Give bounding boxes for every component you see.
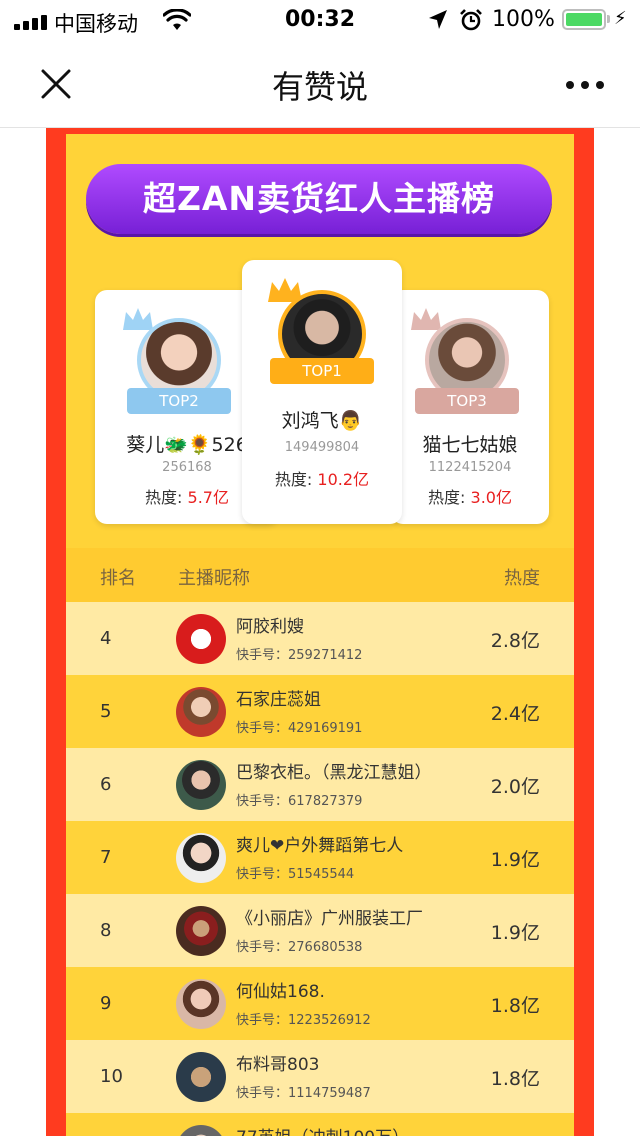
heat-value: 5.7亿 (187, 488, 229, 507)
podium-name: 猫七七姑娘 (422, 434, 518, 456)
table-row[interactable]: 5 石家庄蕊姐 快手号：429169191 2.4亿 (66, 675, 574, 748)
row-rank: 9 (100, 993, 112, 1014)
table-header: 排名 主播昵称 热度 (66, 548, 574, 602)
row-heat: 1.9亿 (490, 922, 540, 944)
row-rank: 7 (100, 847, 112, 868)
row-rank: 6 (100, 774, 112, 795)
rank-badge: TOP2 (127, 388, 231, 414)
location-icon (429, 10, 447, 29)
charging-icon: ⚡ (614, 8, 627, 29)
row-name: 布料哥803 (236, 1055, 320, 1075)
battery-icon (562, 9, 606, 30)
row-name: 阿胶利嫂 (236, 617, 304, 637)
battery-tip (607, 15, 610, 23)
ranking-board: 超ZAN卖货红人主播榜 TOP2 葵儿🐲🌻526 256168 热度: 5.7亿… (66, 134, 574, 1136)
battery-percent: 100% (492, 7, 555, 32)
table-row[interactable]: 4 阿胶利嫂 快手号：259271412 2.8亿 (66, 602, 574, 675)
row-id: 快手号：276680538 (236, 940, 363, 955)
row-id: 快手号：1223526912 (236, 1013, 371, 1028)
avatar (176, 979, 226, 1029)
heat-label: 热度: (145, 488, 183, 507)
podium-id: 149499804 (284, 440, 360, 455)
banner-title: 超ZAN卖货红人主播榜 (142, 179, 496, 218)
alarm-icon (460, 9, 482, 31)
row-id: 快手号：429169191 (236, 721, 363, 736)
rank-badge: TOP1 (270, 358, 374, 384)
avatar (176, 614, 226, 664)
rank-badge: TOP3 (415, 388, 519, 414)
podium-name: 刘鸿飞👨 (281, 410, 363, 432)
row-id: 快手号：617827379 (236, 794, 363, 809)
row-rank: 8 (100, 920, 112, 941)
header-heat: 热度 (504, 568, 540, 589)
table-row[interactable]: 6 巴黎衣柜。（黑龙江慧姐） 快手号：617827379 2.0亿 (66, 748, 574, 821)
avatar (176, 906, 226, 956)
row-rank: 10 (100, 1066, 123, 1087)
row-name: 何仙姑168. (236, 982, 325, 1002)
table-row[interactable]: 8 《小丽店》广州服装工厂 快手号：276680538 1.9亿 (66, 894, 574, 967)
table-row[interactable]: 77英姐（冲刺100万） (66, 1113, 574, 1136)
heat-label: 热度: (428, 488, 466, 507)
row-heat: 2.8亿 (490, 630, 540, 652)
header-name: 主播昵称 (178, 568, 250, 589)
header-rank: 排名 (100, 568, 136, 589)
podium-id: 1122415204 (428, 460, 512, 475)
row-id: 快手号：51545544 (236, 867, 355, 882)
table-row[interactable]: 10 布料哥803 快手号：1114759487 1.8亿 (66, 1040, 574, 1113)
heat-value: 3.0亿 (470, 488, 512, 507)
page-title: 有赞说 (271, 68, 368, 106)
heat-value: 10.2亿 (317, 470, 370, 489)
nav-bar: 有赞说 (0, 40, 640, 128)
row-heat: 2.0亿 (490, 776, 540, 798)
row-rank: 5 (100, 701, 112, 722)
avatar (176, 1052, 226, 1102)
row-heat: 1.8亿 (490, 1068, 540, 1090)
podium-heat: 热度: 10.2亿 (242, 466, 402, 490)
ranking-banner: 超ZAN卖货红人主播榜 (86, 164, 552, 234)
row-name: 巴黎衣柜。（黑龙江慧姐） (236, 763, 432, 783)
table-row[interactable]: 9 何仙姑168. 快手号：1223526912 1.8亿 (66, 967, 574, 1040)
avatar (176, 833, 226, 883)
more-icon[interactable] (560, 70, 610, 98)
row-id: 快手号：1114759487 (236, 1086, 371, 1101)
podium-card-top3[interactable]: TOP3 猫七七姑娘 1122415204 热度: 3.0亿 (391, 290, 549, 524)
row-id: 快手号：259271412 (236, 648, 363, 663)
podium-card-top1[interactable]: TOP1 刘鸿飞👨 149499804 热度: 10.2亿 (242, 260, 402, 524)
row-name: 《小丽店》广州服装工厂 (236, 909, 423, 929)
row-heat: 1.9亿 (490, 849, 540, 871)
status-bar: 中国移动 00:32 100% ⚡ (0, 0, 640, 40)
avatar (176, 687, 226, 737)
row-name: 石家庄蕊姐 (236, 690, 321, 710)
row-rank: 4 (100, 628, 112, 649)
podium-heat: 热度: 3.0亿 (391, 484, 549, 508)
row-name: 爽儿❤户外舞蹈第七人 (236, 836, 404, 856)
row-heat: 1.8亿 (490, 995, 540, 1017)
heat-label: 热度: (274, 470, 313, 489)
avatar (176, 1125, 226, 1136)
table-row[interactable]: 7 爽儿❤户外舞蹈第七人 快手号：51545544 1.9亿 (66, 821, 574, 894)
row-heat: 2.4亿 (490, 703, 540, 725)
avatar (176, 760, 226, 810)
row-name: 77英姐（冲刺100万） (236, 1123, 409, 1136)
